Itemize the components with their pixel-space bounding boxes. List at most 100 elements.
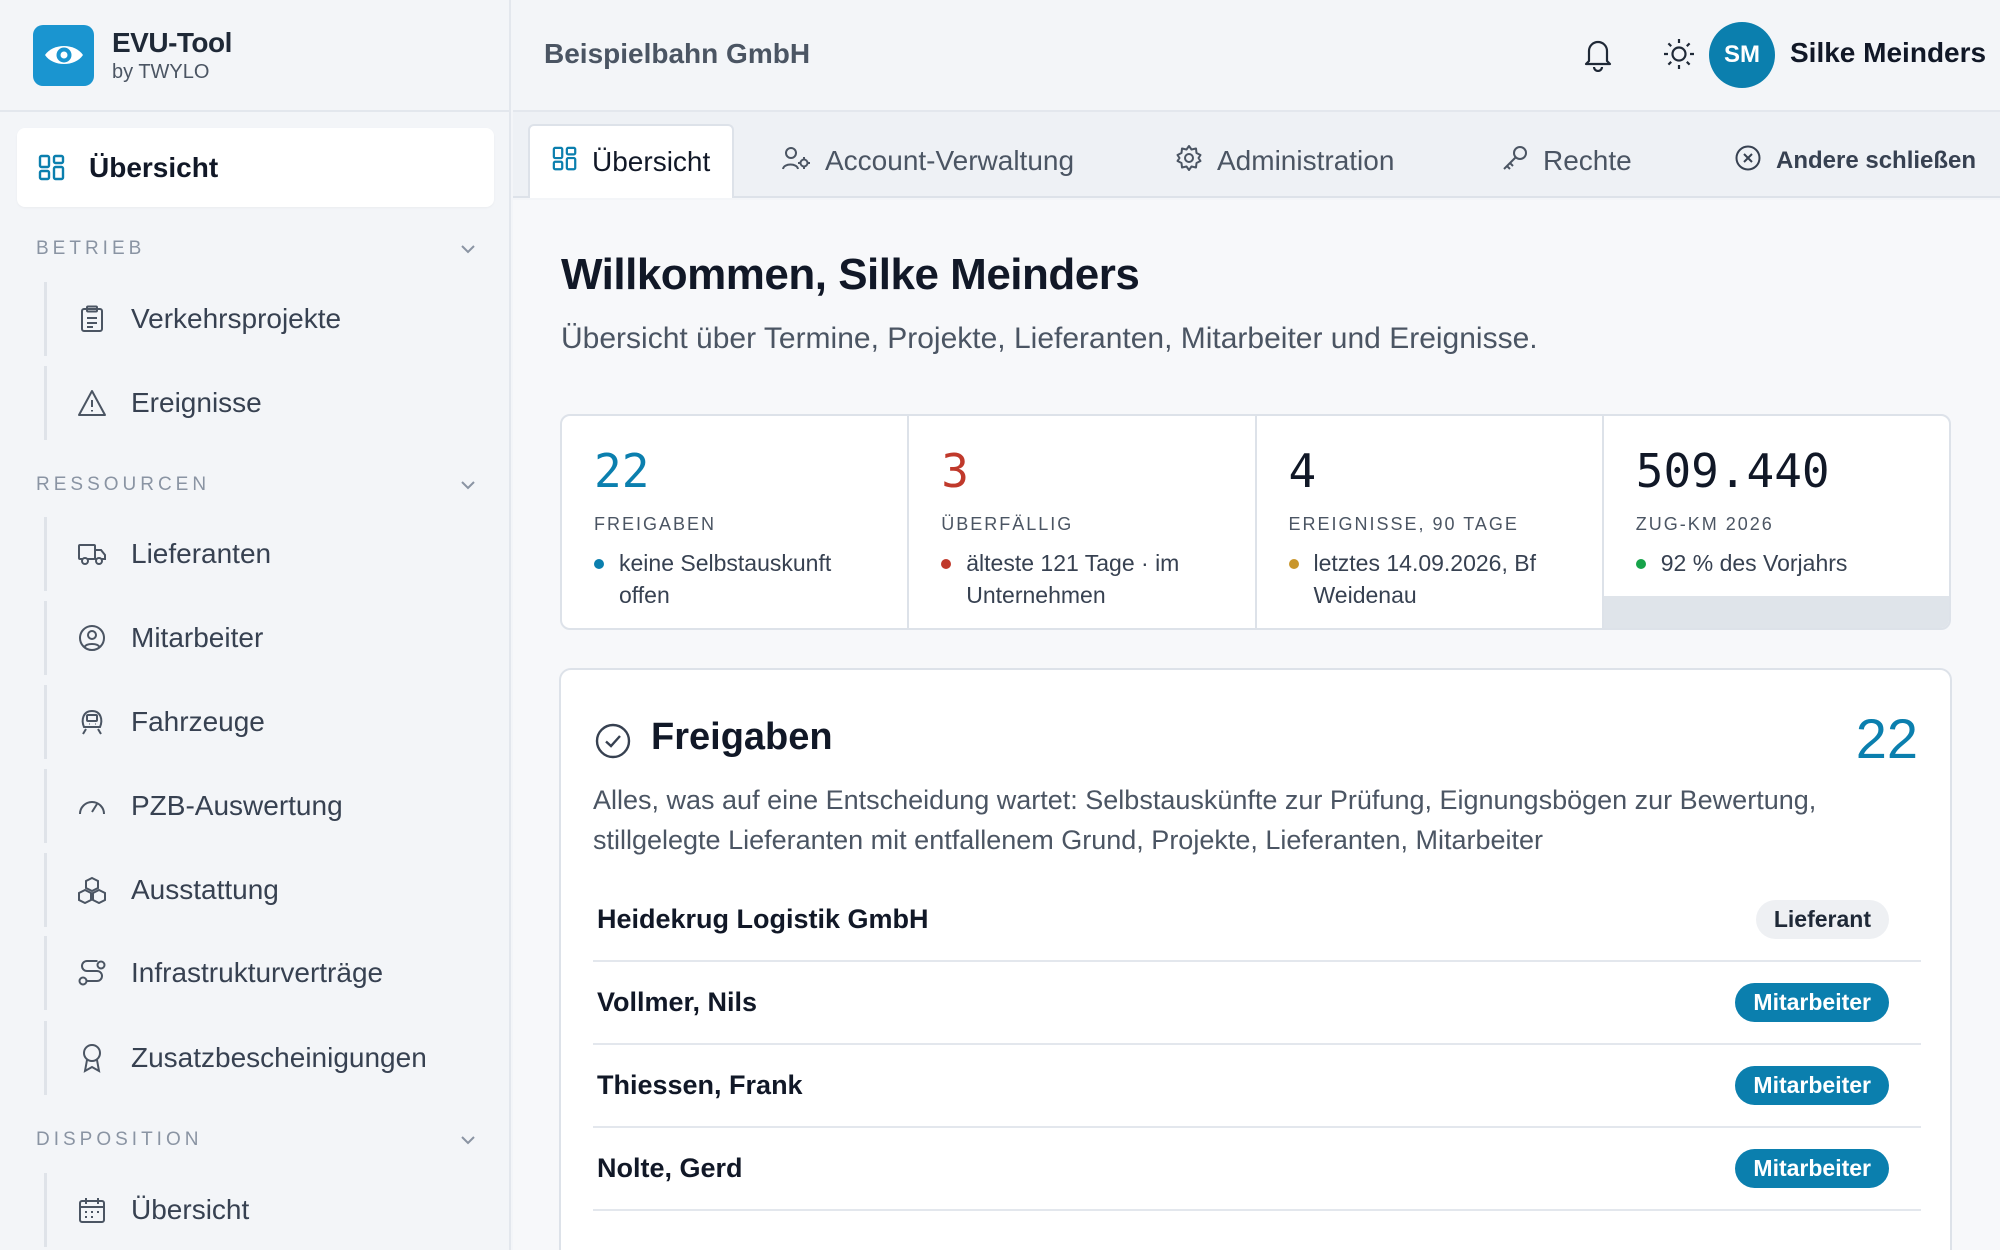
section-betrieb[interactable]: BETRIEB <box>36 238 476 260</box>
brand-name: EVU-Tool <box>112 26 232 58</box>
sidebar-item-disposition-uebersicht[interactable]: Übersicht <box>44 1173 484 1247</box>
brand-subtitle: by TWYLO <box>112 60 210 83</box>
key-icon <box>1501 144 1529 179</box>
section-title: BETRIEB <box>36 238 146 259</box>
tab-rechte[interactable]: Rechte <box>1501 124 1632 198</box>
sidebar-item-fahrzeuge[interactable]: Fahrzeuge <box>44 685 484 759</box>
stat-note: älteste 121 Tage · im Unternehmen <box>966 550 1180 608</box>
sidebar-item-label: Mitarbeiter <box>131 622 264 653</box>
warning-icon <box>77 388 107 418</box>
chevron-down-icon <box>460 238 476 260</box>
tab-account-verwaltung[interactable]: Account-Verwaltung <box>781 124 1074 198</box>
stat-value: 3 <box>941 444 969 498</box>
close-others-button[interactable]: Andere schließen <box>1734 124 1976 198</box>
brand[interactable]: EVU-Tool by TWYLO <box>0 0 509 112</box>
company-name: Beispielbahn GmbH <box>544 38 811 69</box>
stat-value: 4 <box>1288 444 1317 498</box>
stat-zug-km[interactable]: 509.440 ZUG-KM 2026 92 % des Vorjahrs <box>1603 416 1949 628</box>
stat-freigaben[interactable]: 22 FREIGABEN keine Selbstauskunft offen <box>562 416 910 628</box>
status-dot <box>1635 559 1646 569</box>
top-bar: Beispielbahn GmbH SM Silke Meinders <box>513 0 2000 112</box>
approvals-title: Freigaben <box>651 716 833 758</box>
sun-icon[interactable] <box>1661 36 1697 77</box>
stat-note: 92 % des Vorjahrs <box>1660 550 1848 576</box>
sidebar-item-label: PZB-Auswertung <box>131 790 343 821</box>
avatar[interactable]: SM <box>1709 22 1775 88</box>
stat-ueberfaellig[interactable]: 3 ÜBERFÄLLIG älteste 121 Tage · im Unter… <box>909 416 1257 628</box>
sidebar-item-label: Verkehrsprojekte <box>131 303 342 334</box>
stat-note: keine Selbstauskunft offen <box>619 550 832 608</box>
stat-label: ÜBERFÄLLIG <box>941 514 1074 534</box>
train-icon <box>77 707 107 737</box>
clipboard-icon <box>77 304 107 334</box>
tab-label: Andere schließen <box>1776 147 1977 174</box>
tab-label: Administration <box>1217 145 1395 176</box>
status-dot <box>594 559 604 569</box>
chevron-down-icon <box>460 474 476 496</box>
sidebar-item-lieferanten[interactable]: Lieferanten <box>44 517 484 591</box>
sidebar-item-uebersicht[interactable]: Übersicht <box>17 128 494 207</box>
list-item[interactable]: Vollmer, Nils Mitarbeiter <box>593 962 1921 1045</box>
sidebar-item-ereignisse[interactable]: Ereignisse <box>44 366 484 440</box>
type-badge: Mitarbeiter <box>1735 1149 1889 1188</box>
gauge-icon <box>77 791 107 821</box>
sidebar-item-verkehrsprojekte[interactable]: Verkehrsprojekte <box>44 282 484 356</box>
stat-value: 22 <box>594 444 650 498</box>
bell-icon[interactable] <box>1581 36 1615 77</box>
gear-icon <box>1175 144 1203 179</box>
section-title: RESSOURCEN <box>36 474 211 495</box>
type-badge: Mitarbeiter <box>1735 1066 1889 1105</box>
stat-ereignisse[interactable]: 4 EREIGNISSE, 90 TAGE letztes 14.09.2026… <box>1257 416 1604 628</box>
sidebar-item-label: Infrastrukturverträge <box>131 957 384 988</box>
tab-administration[interactable]: Administration <box>1175 124 1394 198</box>
user-circle-icon <box>77 623 107 653</box>
approvals-card: Freigaben 22 Alles, was auf eine Entsche… <box>559 668 1952 1250</box>
sidebar-item-label: Zusatzbescheinigungen <box>131 1042 427 1073</box>
tab-label: Übersicht <box>592 146 711 177</box>
approval-name: Nolte, Gerd <box>597 1153 743 1183</box>
stat-value: 509.440 <box>1635 444 1830 498</box>
sidebar-item-pzb-auswertung[interactable]: PZB-Auswertung <box>44 769 484 843</box>
chevron-down-icon <box>460 1129 476 1151</box>
sidebar-item-mitarbeiter[interactable]: Mitarbeiter <box>44 601 484 675</box>
sidebar-item-label: Übersicht <box>131 1194 250 1225</box>
approval-name: Vollmer, Nils <box>597 987 758 1017</box>
list-item[interactable]: Heidekrug Logistik GmbH Lieferant <box>593 879 1921 962</box>
close-circle-icon <box>1734 144 1762 179</box>
approval-name: Thiessen, Frank <box>597 1070 803 1100</box>
main-content: Willkommen, Silke Meinders Übersicht übe… <box>513 200 2000 1250</box>
sidebar: EVU-Tool by TWYLO Übersicht BETRIEB Verk… <box>0 0 511 1250</box>
user-name[interactable]: Silke Meinders <box>1790 37 1986 69</box>
page-title: Willkommen, Silke Meinders <box>561 250 1140 299</box>
approvals-count: 22 <box>1855 707 1918 770</box>
section-disposition[interactable]: DISPOSITION <box>36 1129 476 1151</box>
status-dot <box>1288 559 1299 569</box>
dashboard-icon <box>37 153 67 183</box>
list-item[interactable]: Thiessen, Frank Mitarbeiter <box>593 1045 1921 1128</box>
stat-note: letztes 14.09.2026, Bf Weidenau <box>1313 550 1537 608</box>
tab-bar: Übersicht Account-Verwaltung Administrat… <box>513 112 2000 198</box>
sidebar-item-label: Lieferanten <box>131 538 272 569</box>
sidebar-item-label: Ereignisse <box>131 387 262 418</box>
stat-label: FREIGABEN <box>594 514 717 534</box>
list-item[interactable]: Nolte, Gerd Mitarbeiter <box>593 1128 1921 1211</box>
calendar-icon <box>77 1195 107 1225</box>
boxes-icon <box>77 875 107 905</box>
eye-logo-icon <box>33 24 94 86</box>
sidebar-item-label: Fahrzeuge <box>131 706 265 737</box>
status-dot <box>941 559 952 569</box>
page-subtitle: Übersicht über Termine, Projekte, Liefer… <box>561 322 1538 355</box>
user-cog-icon <box>781 145 811 178</box>
check-circle-icon <box>594 722 632 765</box>
stat-footer-bar <box>1603 596 1949 628</box>
sidebar-item-infrastrukturvertraege[interactable]: Infrastrukturverträge <box>44 936 484 1010</box>
sidebar-item-label: Ausstattung <box>131 874 279 905</box>
type-badge: Lieferant <box>1755 900 1889 939</box>
sidebar-item-zusatzbescheinigungen[interactable]: Zusatzbescheinigungen <box>44 1021 484 1095</box>
stat-label: ZUG-KM 2026 <box>1635 514 1774 534</box>
tab-uebersicht[interactable]: Übersicht <box>528 124 735 198</box>
approval-name: Heidekrug Logistik GmbH <box>597 904 929 934</box>
section-ressourcen[interactable]: RESSOURCEN <box>36 474 476 496</box>
sidebar-item-ausstattung[interactable]: Ausstattung <box>44 853 484 927</box>
stats-panel: 22 FREIGABEN keine Selbstauskunft offen … <box>560 414 1951 630</box>
